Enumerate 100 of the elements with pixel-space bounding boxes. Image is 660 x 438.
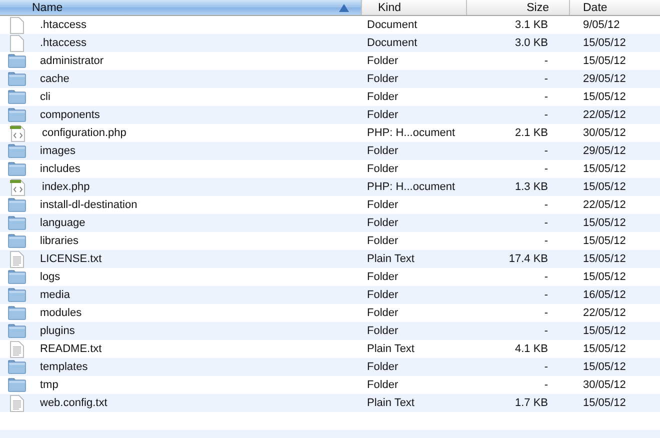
file-name[interactable]: cache	[40, 73, 70, 85]
kind-cell: Plain Text	[367, 397, 414, 409]
folder-icon	[8, 378, 26, 392]
size-cell: -	[544, 217, 548, 229]
file-name[interactable]: administrator	[40, 55, 104, 67]
file-name[interactable]: images	[40, 145, 76, 157]
date-cell: 15/05/12	[583, 343, 626, 355]
file-name[interactable]: plugins	[40, 325, 75, 337]
text-file-icon	[10, 340, 24, 358]
size-cell: 1.7 KB	[514, 397, 548, 409]
date-cell: 15/05/12	[583, 91, 626, 103]
date-cell: 15/05/12	[583, 397, 626, 409]
kind-cell: Folder	[367, 361, 398, 373]
folder-icon	[8, 360, 26, 374]
size-cell: 4.1 KB	[514, 343, 548, 355]
date-cell: 29/05/12	[583, 73, 626, 85]
date-cell: 30/05/12	[583, 379, 626, 391]
kind-cell: Folder	[367, 73, 398, 85]
file-name[interactable]: components	[40, 109, 100, 121]
kind-cell: Plain Text	[367, 253, 414, 265]
file-name[interactable]: tmp	[40, 379, 58, 391]
size-cell: -	[544, 109, 548, 121]
folder-icon	[8, 216, 26, 230]
folder-icon	[8, 306, 26, 320]
file-name[interactable]: language	[40, 217, 86, 229]
file-name[interactable]: .htaccess	[40, 19, 86, 31]
file-name[interactable]: install-dl-destination	[40, 199, 138, 211]
file-name[interactable]: logs	[40, 271, 60, 283]
kind-cell: Folder	[367, 91, 398, 103]
column-header[interactable]: Kind	[362, 0, 467, 15]
file-name[interactable]: README.txt	[40, 343, 102, 355]
file-name[interactable]: web.config.txt	[40, 397, 108, 409]
date-cell: 15/05/12	[583, 271, 626, 283]
date-cell: 22/05/12	[583, 307, 626, 319]
column-header[interactable]: Name	[0, 0, 362, 15]
file-name[interactable]: modules	[40, 307, 82, 319]
folder-icon	[8, 162, 26, 176]
file-name[interactable]: includes	[40, 163, 80, 175]
code-file-icon	[10, 178, 26, 196]
text-file-icon	[10, 250, 24, 268]
text-file-icon	[10, 394, 24, 412]
size-cell: -	[544, 163, 548, 175]
size-cell: 3.0 KB	[514, 37, 548, 49]
file-name[interactable]: media	[40, 289, 70, 301]
size-cell: 1.3 KB	[514, 181, 548, 193]
size-cell: -	[544, 55, 548, 67]
column-header[interactable]: Date	[570, 0, 660, 15]
kind-cell: Folder	[367, 307, 398, 319]
folder-icon	[8, 72, 26, 86]
folder-icon	[8, 108, 26, 122]
date-cell: 16/05/12	[583, 289, 626, 301]
size-cell: -	[544, 289, 548, 301]
date-cell: 29/05/12	[583, 145, 626, 157]
code-file-icon	[10, 124, 26, 142]
kind-cell: Folder	[367, 55, 398, 67]
size-cell: -	[544, 235, 548, 247]
folder-icon	[8, 288, 26, 302]
size-cell: 2.1 KB	[514, 127, 548, 139]
folder-icon	[8, 198, 26, 212]
date-cell: 15/05/12	[583, 361, 626, 373]
date-cell: 9/05/12	[583, 19, 620, 31]
size-cell: -	[544, 271, 548, 283]
size-cell: -	[544, 325, 548, 337]
size-cell: -	[544, 307, 548, 319]
kind-cell: Plain Text	[367, 343, 414, 355]
size-cell: -	[544, 145, 548, 157]
folder-icon	[8, 324, 26, 338]
file-name[interactable]: libraries	[40, 235, 79, 247]
date-cell: 15/05/12	[583, 253, 626, 265]
file-name[interactable]: .htaccess	[40, 37, 86, 49]
folder-icon	[8, 90, 26, 104]
size-cell: 3.1 KB	[514, 19, 548, 31]
size-cell: 17.4 KB	[508, 253, 548, 265]
kind-cell: Folder	[367, 199, 398, 211]
folder-icon	[8, 234, 26, 248]
file-name[interactable]: LICENSE.txt	[40, 253, 102, 265]
folder-icon	[8, 54, 26, 68]
kind-cell: Folder	[367, 271, 398, 283]
folder-icon	[8, 144, 26, 158]
date-cell: 30/05/12	[583, 127, 626, 139]
kind-cell: Folder	[367, 325, 398, 337]
size-cell: -	[544, 73, 548, 85]
kind-cell: Folder	[367, 289, 398, 301]
date-cell: 22/05/12	[583, 109, 626, 121]
kind-cell: Folder	[367, 217, 398, 229]
date-cell: 15/05/12	[583, 235, 626, 247]
date-cell: 15/05/12	[583, 217, 626, 229]
kind-cell: Folder	[367, 109, 398, 121]
folder-icon	[8, 270, 26, 284]
file-name[interactable]: configuration.php	[42, 127, 126, 139]
file-name[interactable]: index.php	[42, 181, 90, 193]
kind-cell: Folder	[367, 235, 398, 247]
column-header[interactable]: Size	[467, 0, 570, 15]
size-cell: -	[544, 199, 548, 211]
date-cell: 22/05/12	[583, 199, 626, 211]
kind-cell: PHP: H...ocument	[367, 181, 456, 193]
date-cell: 15/05/12	[583, 163, 626, 175]
file-name[interactable]: templates	[40, 361, 88, 373]
kind-cell: Folder	[367, 379, 398, 391]
file-name[interactable]: cli	[40, 91, 50, 103]
